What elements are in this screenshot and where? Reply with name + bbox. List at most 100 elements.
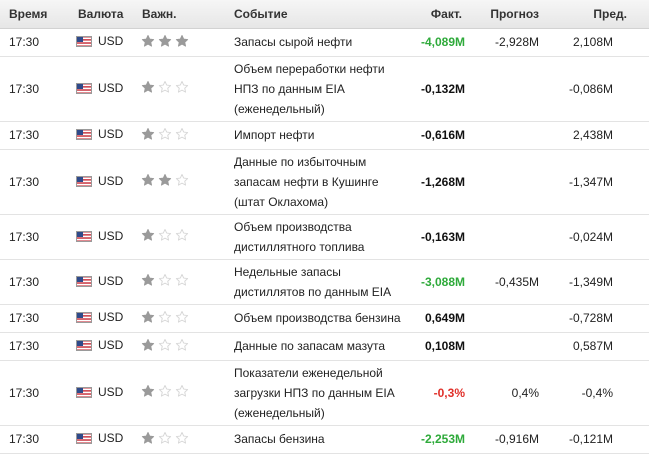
- star-empty-icon: [158, 384, 172, 404]
- star-empty-icon: [175, 338, 189, 358]
- star-filled-icon: [141, 173, 155, 193]
- star-filled-icon: [141, 310, 155, 330]
- cell-currency: USD: [72, 214, 134, 260]
- cell-event[interactable]: Объем производства дистиллятного топлива: [221, 214, 411, 260]
- currency-code: USD: [98, 384, 124, 399]
- star-filled-icon: [141, 80, 155, 100]
- table-header-row: Время Валюта Важн. Событие Факт. Прогноз…: [0, 0, 649, 29]
- cell-currency: USD: [72, 360, 134, 426]
- cell-event[interactable]: Данные по избыточным запасам нефти в Куш…: [221, 149, 411, 215]
- us-flag-icon: [76, 80, 92, 100]
- cell-importance: [134, 360, 221, 426]
- star-empty-icon: [175, 80, 189, 100]
- currency-code: USD: [98, 228, 124, 243]
- star-empty-icon: [158, 338, 172, 358]
- cell-currency: USD: [72, 332, 134, 361]
- cell-event[interactable]: Недельные запасы дистиллятов по данным E…: [221, 259, 411, 305]
- cell-event[interactable]: Запасы бензина: [221, 425, 411, 454]
- star-empty-icon: [175, 310, 189, 330]
- table-row[interactable]: 17:30 USD Недельные запасы дистиллятов по …: [0, 259, 649, 305]
- column-header-forecast[interactable]: Прогноз: [468, 0, 545, 29]
- table-row[interactable]: 17:30 USD Объем переработки нефти НПЗ по д…: [0, 56, 649, 122]
- cell-actual: -0,3%: [411, 360, 468, 426]
- cell-time: 17:30: [0, 304, 72, 333]
- cell-time: 17:30: [0, 425, 72, 454]
- table-row[interactable]: 17:30 USD Данные по избыточным запасам неф…: [0, 149, 649, 215]
- cell-actual: 0,649M: [411, 304, 468, 333]
- column-header-time[interactable]: Время: [0, 0, 72, 29]
- cell-event[interactable]: Показатели еженедельной загрузки НПЗ по …: [221, 360, 411, 426]
- cell-currency: USD: [72, 28, 134, 57]
- table-row[interactable]: 17:30 USD Запасы сырой нефти -4,089M -2,928M…: [0, 28, 649, 57]
- column-header-actual[interactable]: Факт.: [411, 0, 468, 29]
- cell-previous: -0,086M: [545, 56, 649, 122]
- us-flag-icon: [76, 309, 92, 329]
- table-row[interactable]: 17:30 USD Объем производства бензина 0,649M…: [0, 304, 649, 333]
- cell-forecast: [468, 332, 545, 361]
- star-empty-icon: [175, 384, 189, 404]
- cell-previous: -1,347M: [545, 149, 649, 215]
- cell-importance: [134, 259, 221, 305]
- column-header-event[interactable]: Событие: [221, 0, 411, 29]
- star-filled-icon: [158, 173, 172, 193]
- cell-event[interactable]: Объем производства бензина: [221, 304, 411, 333]
- table-row[interactable]: 17:30 USD Импорт нефти -0,616M 2,438M: [0, 121, 649, 150]
- cell-event[interactable]: Данные по запасам мазута: [221, 332, 411, 361]
- cell-importance: [134, 332, 221, 361]
- cell-importance: [134, 149, 221, 215]
- cell-event[interactable]: Объем переработки нефти НПЗ по данным EI…: [221, 56, 411, 122]
- cell-forecast: [468, 214, 545, 260]
- cell-previous: -0,024M: [545, 214, 649, 260]
- table-row[interactable]: 17:30 USD Показатели еженедельной загрузки…: [0, 360, 649, 426]
- cell-actual: -0,132M: [411, 56, 468, 122]
- cell-forecast: [468, 121, 545, 150]
- star-empty-icon: [158, 431, 172, 451]
- us-flag-icon: [76, 173, 92, 193]
- cell-actual: -3,088M: [411, 259, 468, 305]
- column-header-previous[interactable]: Пред.: [545, 0, 649, 29]
- cell-forecast: [468, 304, 545, 333]
- us-flag-icon: [76, 384, 92, 404]
- cell-importance: [134, 28, 221, 57]
- star-filled-icon: [141, 384, 155, 404]
- star-empty-icon: [175, 431, 189, 451]
- star-filled-icon: [175, 34, 189, 54]
- star-filled-icon: [141, 127, 155, 147]
- star-filled-icon: [141, 273, 155, 293]
- cell-actual: 0,108M: [411, 332, 468, 361]
- cell-time: 17:30: [0, 121, 72, 150]
- column-header-currency[interactable]: Валюта: [72, 0, 134, 29]
- us-flag-icon: [76, 430, 92, 450]
- cell-previous: -0,4%: [545, 360, 649, 426]
- cell-importance: [134, 425, 221, 454]
- cell-forecast: -0,435M: [468, 259, 545, 305]
- table-row[interactable]: 17:30 USD Объем производства дистиллятного…: [0, 214, 649, 260]
- cell-importance: [134, 56, 221, 122]
- cell-event[interactable]: Импорт нефти: [221, 121, 411, 150]
- currency-code: USD: [98, 80, 124, 95]
- cell-actual: -2,253M: [411, 425, 468, 454]
- star-empty-icon: [158, 228, 172, 248]
- cell-previous: -1,349M: [545, 259, 649, 305]
- cell-currency: USD: [72, 121, 134, 150]
- currency-code: USD: [98, 431, 124, 445]
- cell-forecast: 0,4%: [468, 360, 545, 426]
- cell-currency: USD: [72, 425, 134, 454]
- cell-time: 17:30: [0, 149, 72, 215]
- table-row[interactable]: 17:30 USD Запасы бензина -2,253M -0,916M -0,1…: [0, 425, 649, 454]
- cell-event[interactable]: Запасы сырой нефти: [221, 28, 411, 57]
- cell-time: 17:30: [0, 56, 72, 122]
- cell-time: 17:30: [0, 28, 72, 57]
- cell-forecast: [468, 149, 545, 215]
- us-flag-icon: [76, 273, 92, 293]
- column-header-importance[interactable]: Важн.: [134, 0, 221, 29]
- table-row[interactable]: 17:30 USD Данные по запасам мазута 0,108M 0,…: [0, 332, 649, 361]
- cell-previous: 2,108M: [545, 28, 649, 57]
- cell-importance: [134, 304, 221, 333]
- cell-importance: [134, 121, 221, 150]
- us-flag-icon: [76, 126, 92, 146]
- star-empty-icon: [158, 310, 172, 330]
- us-flag-icon: [76, 337, 92, 357]
- cell-previous: -0,728M: [545, 304, 649, 333]
- us-flag-icon: [76, 228, 92, 248]
